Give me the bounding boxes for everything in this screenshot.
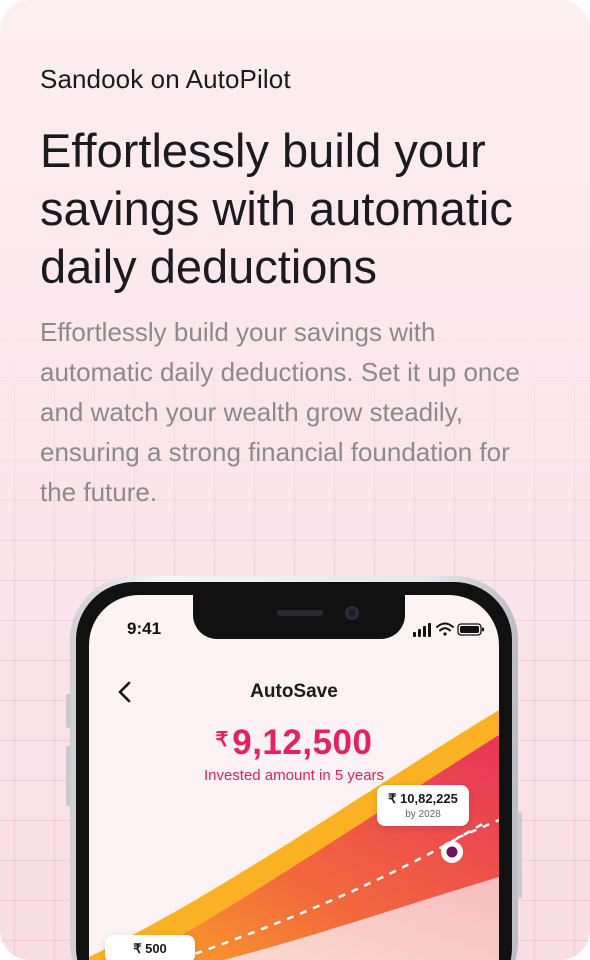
invested-amount: ₹9,12,500	[89, 723, 499, 763]
projection-value: ₹ 10,82,225	[388, 791, 458, 806]
projection-tooltip: ₹ 10,82,225 by 2028	[377, 785, 469, 826]
projection-caption: by 2028	[405, 809, 441, 820]
camera-icon	[345, 606, 359, 620]
daily-amount-tooltip: ₹ 500	[105, 935, 195, 960]
curve-point-marker	[441, 841, 463, 863]
phone-side-button	[66, 746, 71, 806]
phone-screen: 9:41 AutoSave ₹ 9,12,500 Invested amount…	[89, 595, 499, 960]
screen-title: AutoSave	[250, 681, 338, 702]
eyebrow-label: Sandook on AutoPilot	[40, 64, 291, 94]
phone-mockup: 9:41 AutoSave ₹ 9,12,500 Invested amount…	[66, 576, 522, 960]
headline: Effortlessly build your savings with aut…	[40, 124, 513, 293]
status-time: 9:41	[127, 619, 162, 638]
speaker-grille	[277, 610, 323, 616]
signal-icon	[413, 623, 431, 637]
autopilot-card: Sandook on AutoPilot Effortlessly build …	[0, 0, 590, 960]
phone-side-button	[517, 812, 522, 898]
battery-icon	[457, 623, 484, 636]
currency-symbol: ₹	[215, 729, 229, 751]
invested-amount-caption: Invested amount in 5 years	[203, 767, 385, 784]
phone-bezel: 9:41 AutoSave ₹ 9,12,500 Invested amount…	[76, 582, 512, 960]
invested-amount-value: 9,12,500	[232, 723, 373, 762]
phone-side-button	[66, 694, 71, 728]
wifi-icon	[436, 622, 454, 636]
phone-notch	[193, 595, 405, 639]
status-icons	[413, 622, 484, 637]
daily-amount-value: ₹ 500	[133, 941, 167, 956]
description-text: Effortlessly build your savings with aut…	[40, 317, 520, 507]
